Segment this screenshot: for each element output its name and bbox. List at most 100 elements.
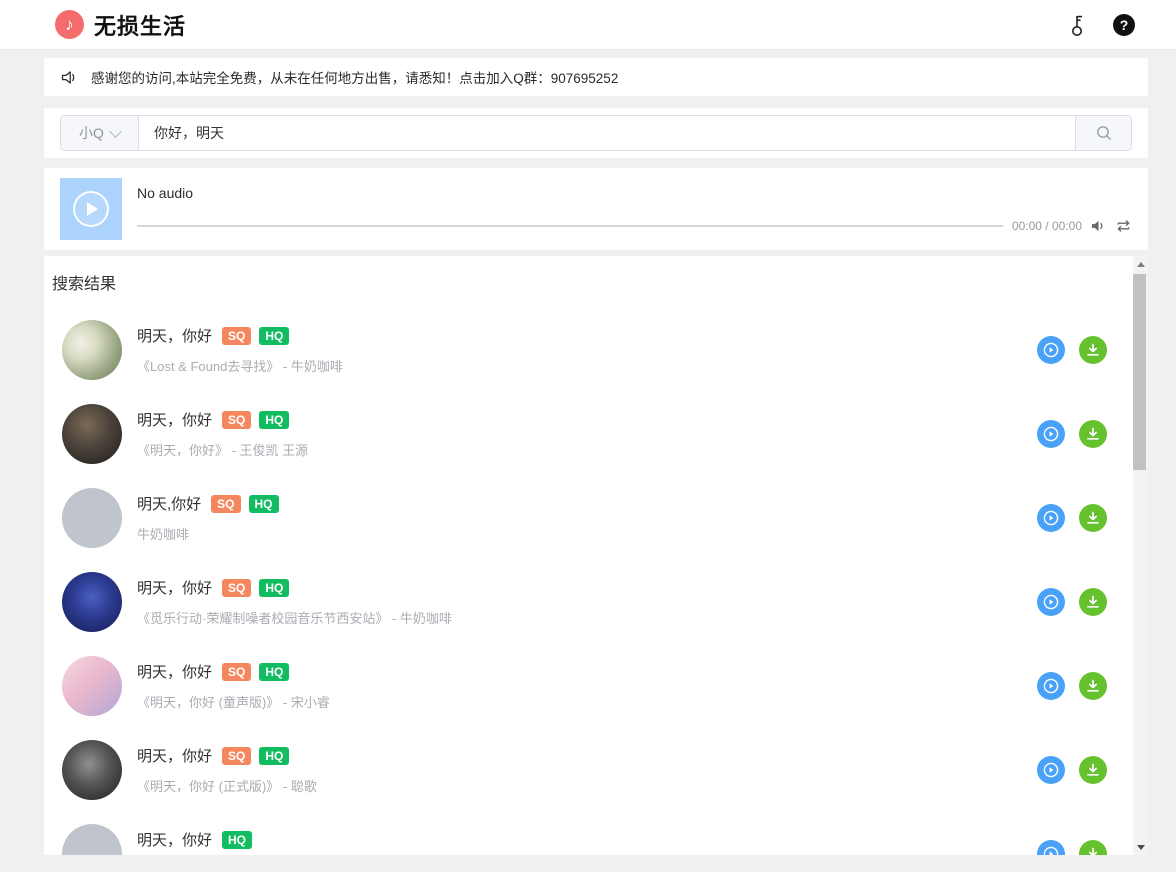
quality-badge-hq: HQ [222,831,252,849]
song-subtitle: 《觅乐行动·荣耀制噪者校园音乐节西安站》 - 牛奶咖啡 [137,608,1037,627]
magnifier-icon [1095,124,1113,142]
key-icon[interactable] [1069,13,1089,37]
chevron-down-icon [109,125,122,138]
scroll-up-arrow[interactable] [1133,256,1148,272]
search-group: 小Q [60,115,1132,151]
album-art-blue-concert-poster [62,572,122,632]
notice-bar: 感谢您的访问,本站完全免费，从未在任何地方出售，请悉知！点击加入Q群：90769… [44,58,1148,96]
song-info: 明天,你好 SQHQ 牛奶咖啡 [137,493,1037,543]
search-results-panel: 搜索结果 明天，你好 SQ HQ 《Lost & Found去寻找》 - 牛奶咖啡 [44,256,1148,855]
song-title: 明天，你好 [137,409,212,430]
download-button[interactable] [1079,504,1107,532]
song-title: 明天，你好 [137,829,212,850]
album-art-man-black-photo [62,740,122,800]
song-info: 明天，你好 SQHQ 《明天，你好 (童声版)》 - 宋小睿 [137,661,1037,711]
play-button[interactable] [1037,588,1065,616]
quality-badges: SQHQ [222,747,289,765]
quality-badge-sq: SQ [222,663,251,681]
download-icon [1085,426,1101,442]
quality-badges: SQ HQ [211,495,278,513]
audio-player: No audio 00:00 / 00:00 [44,168,1148,250]
download-icon [1085,762,1101,778]
volume-icon[interactable] [1091,219,1106,233]
album-art-gray-placeholder [62,488,122,548]
player-cover[interactable] [60,178,122,240]
album-art-dark-musician-photo [62,404,122,464]
result-row: 明天，你好 SQHQ 《明天，你好 (童声版)》 - 宋小睿 [44,644,1148,728]
help-icon[interactable]: ? [1113,14,1135,36]
player-controls: 00:00 / 00:00 [137,219,1132,233]
player-status: No audio [137,185,1132,201]
song-title: 明天，你好 [137,661,212,682]
search-source-select[interactable]: 小Q [61,116,139,150]
play-circle-icon [1042,509,1060,527]
quality-badges: SQHQ [222,411,289,429]
download-button[interactable] [1079,336,1107,364]
download-button[interactable] [1079,840,1107,855]
loop-icon[interactable] [1115,219,1132,233]
song-title: 明天，你好 [137,577,212,598]
play-circle-icon [1042,341,1060,359]
quality-badge-hq: HQ [249,495,279,513]
song-title-line: 明天，你好 SQHQ [137,745,1037,766]
quality-badge-sq: SQ [222,327,251,345]
time-label: 00:00 / 00:00 [1012,219,1082,233]
quality-badge-hq: HQ [259,663,289,681]
quality-badge-hq: HQ [259,327,289,345]
song-subtitle: 牛奶咖啡 [137,524,1037,543]
progress-bar[interactable] [137,225,1003,227]
quality-badge-sq: SQ [222,747,251,765]
speaker-icon [60,69,77,86]
scrollbar[interactable] [1133,256,1148,855]
quality-badge-sq: SQ [211,495,240,513]
download-icon [1085,678,1101,694]
search-input[interactable] [139,116,1075,150]
song-title-line: 明天，你好 HQ [137,829,1037,850]
play-circle-icon [1042,761,1060,779]
song-info: 明天，你好 HQ 小石头和孩子们 蔡甜甜,小石头和孩子们 [137,829,1037,855]
play-button[interactable] [1037,420,1065,448]
scroll-down-arrow[interactable] [1133,839,1148,855]
question-mark-icon: ? [1113,14,1135,36]
play-circle-icon [1042,677,1060,695]
row-actions [1037,756,1107,784]
download-button[interactable] [1079,588,1107,616]
play-button[interactable] [1037,336,1065,364]
result-row: 明天，你好 SQ HQ 《觅乐行动·荣耀制噪者校园音乐节西安站》 - 牛奶咖啡 [44,560,1148,644]
result-row: 明天，你好 SQHQ 《明天，你好》 - 王俊凯 王源 [44,392,1148,476]
quality-badge-hq: HQ [259,579,289,597]
quality-badges: HQ [222,831,252,849]
play-circle-icon [1042,425,1060,443]
quality-badge-hq: HQ [259,411,289,429]
play-button[interactable] [1037,672,1065,700]
song-info: 明天，你好 SQ HQ 《觅乐行动·荣耀制噪者校园音乐节西安站》 - 牛奶咖啡 [137,577,1037,627]
play-button[interactable] [1037,756,1065,784]
song-info: 明天，你好 SQHQ 《明天，你好》 - 王俊凯 王源 [137,409,1037,459]
song-subtitle: 《Lost & Found去寻找》 - 牛奶咖啡 [137,356,1037,375]
song-title-line: 明天，你好 SQHQ [137,409,1037,430]
results-list: 明天，你好 SQ HQ 《Lost & Found去寻找》 - 牛奶咖啡 [44,308,1148,855]
album-art-girl-pink-photo [62,656,122,716]
play-circle-icon [1042,593,1060,611]
result-row: 明天，你好 SQHQ 《Lost & Found去寻找》 - 牛奶咖啡 [44,308,1148,392]
play-button[interactable] [1037,504,1065,532]
song-title-line: 明天，你好 SQ HQ [137,577,1037,598]
app-header: ♪ 无损生活 ? [0,0,1176,50]
download-button[interactable] [1079,672,1107,700]
row-actions [1037,336,1107,364]
row-actions [1037,504,1107,532]
results-heading: 搜索结果 [52,270,1148,294]
download-button[interactable] [1079,420,1107,448]
scrollbar-thumb[interactable] [1133,274,1146,470]
play-button[interactable] [1037,840,1065,855]
song-title-line: 明天，你好 SQ HQ [137,661,1037,682]
album-art-wedding-couple-photo [62,320,122,380]
quality-badge-sq: SQ [222,579,251,597]
quality-badges: SQ HQ [222,579,289,597]
download-button[interactable] [1079,756,1107,784]
row-actions [1037,420,1107,448]
download-icon [1085,846,1101,855]
row-actions [1037,840,1107,855]
search-button[interactable] [1075,116,1131,150]
search-bar: 小Q [44,108,1148,158]
